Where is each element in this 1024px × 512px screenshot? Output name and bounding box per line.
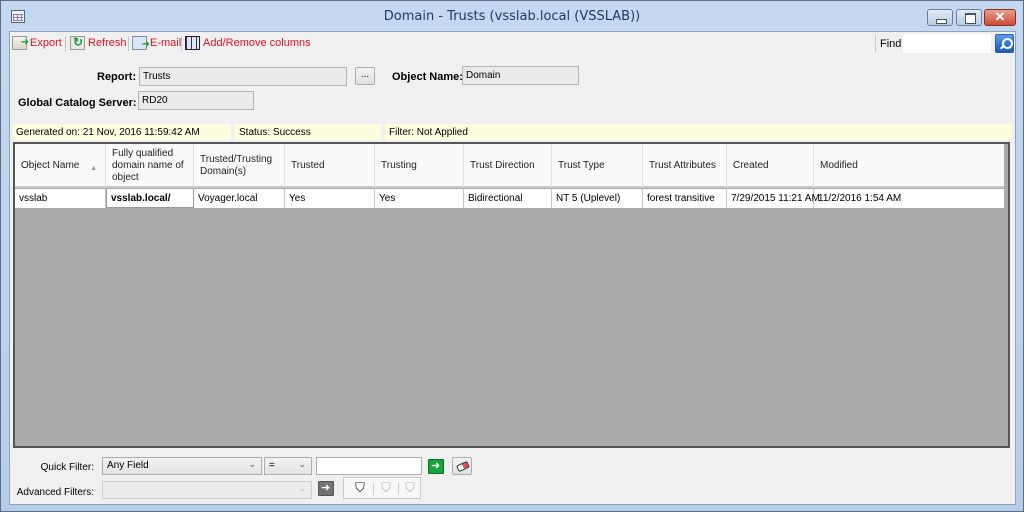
close-button[interactable]: ✕ (984, 9, 1016, 26)
chevron-down-icon: ⌄ (298, 459, 306, 469)
cell-trusting[interactable]: Yes (375, 189, 464, 208)
quick-filter-value-input[interactable] (316, 457, 422, 475)
cell-trusted[interactable]: Yes (285, 189, 375, 208)
client-area: Export Refresh E-mail Add/Remove columns… (9, 31, 1016, 505)
column-header-trust-direction[interactable]: Trust Direction (464, 144, 552, 188)
advanced-filter-toolbar: ⛉ ⛉ ⛉ (343, 477, 421, 499)
title-bar[interactable]: Domain - Trusts (vsslab.local (VSSLAB)) … (1, 1, 1023, 31)
filter-status-text: Filter: Not Applied (389, 127, 468, 138)
export-button[interactable]: Export (12, 36, 62, 50)
quick-filter-field-select[interactable]: Any Field ⌄ (102, 457, 262, 475)
quick-filter-label: Quick Filter: (40, 462, 94, 473)
column-header-object-name[interactable]: Object Name ▲ (15, 144, 106, 188)
export-icon (12, 36, 29, 50)
columns-icon (185, 36, 200, 50)
toolbar-separator (128, 36, 129, 51)
generated-on-text: Generated on: 21 Nov, 2016 11:59:42 AM (16, 127, 200, 138)
cell-fqdn[interactable]: vsslab.local/ (106, 189, 194, 208)
clear-filter-button[interactable] (452, 457, 472, 475)
chevron-down-icon: ⌄ (248, 459, 256, 469)
object-name-label: Object Name: (392, 71, 463, 83)
report-label: Report: (97, 71, 137, 83)
quick-filter-operator-select[interactable]: = ⌄ (264, 457, 312, 475)
column-header-trusted-trusting-domains[interactable]: Trusted/Trusting Domain(s) (194, 144, 285, 188)
cell-object-name[interactable]: vsslab (15, 189, 106, 208)
close-icon: ✕ (994, 9, 1006, 24)
funnel-separator (398, 483, 399, 495)
column-header-created[interactable]: Created (727, 144, 814, 188)
refresh-icon (70, 35, 85, 50)
export-label: Export (30, 37, 62, 49)
find-button[interactable] (995, 34, 1014, 53)
window-title: Domain - Trusts (vsslab.local (VSSLAB)) (383, 9, 641, 24)
minimize-button[interactable] (927, 9, 953, 26)
cell-created[interactable]: 7/29/2015 11:21 AM (727, 189, 820, 208)
refresh-button[interactable]: Refresh (70, 35, 127, 50)
sort-ascending-icon: ▲ (90, 165, 97, 172)
refresh-label: Refresh (88, 37, 127, 49)
toolbar: Export Refresh E-mail Add/Remove columns… (10, 32, 1015, 54)
chevron-down-icon: ⌄ (298, 483, 306, 493)
find-input[interactable] (903, 34, 991, 53)
cell-trust-type[interactable]: NT 5 (Uplevel) (552, 189, 643, 208)
email-icon (132, 36, 150, 50)
report-field[interactable]: Trusts (139, 67, 347, 86)
email-label: E-mail (150, 37, 182, 49)
info-separator (231, 124, 235, 140)
apply-quick-filter-button[interactable] (428, 459, 444, 474)
funnel-separator (373, 483, 374, 495)
cell-trusted-trusting-domains[interactable]: Voyager.local (194, 189, 285, 208)
status-text: Status: Success (239, 127, 311, 138)
filter-edit-funnel-icon[interactable]: ⛉ (378, 481, 394, 496)
app-window: Domain - Trusts (vsslab.local (VSSLAB)) … (0, 0, 1024, 512)
gc-server-field: RD20 (138, 91, 254, 110)
toolbar-separator (65, 36, 66, 51)
cell-modified[interactable]: 11/2/2016 1:54 AM (814, 189, 1004, 208)
results-grid: Object Name ▲ Fully qualified domain nam… (13, 142, 1010, 448)
add-remove-columns-label: Add/Remove columns (203, 37, 311, 49)
column-header-modified[interactable]: Modified (814, 144, 1004, 188)
column-header-trust-attributes[interactable]: Trust Attributes (643, 144, 727, 188)
browse-report-button[interactable]: ... (355, 67, 375, 85)
apply-advanced-filter-button[interactable] (318, 481, 334, 496)
filter-funnel-icon[interactable]: ⛉ (352, 481, 368, 496)
column-header-trust-type[interactable]: Trust Type (552, 144, 643, 188)
filter-remove-funnel-icon[interactable]: ⛉ (402, 481, 418, 496)
info-separator (381, 124, 385, 140)
column-header-trusting[interactable]: Trusting (375, 144, 464, 188)
advanced-filters-select[interactable]: ⌄ (102, 481, 312, 499)
toolbar-separator (181, 36, 182, 51)
cell-trust-attributes[interactable]: forest transitive (643, 189, 727, 208)
maximize-button[interactable] (956, 9, 982, 26)
column-header-trusted[interactable]: Trusted (285, 144, 375, 188)
find-separator (875, 35, 876, 52)
advanced-filters-label: Advanced Filters: (16, 487, 94, 498)
find-label: Find (880, 38, 902, 50)
gc-server-label: Global Catalog Server: (18, 97, 137, 109)
object-name-field: Domain (462, 66, 579, 85)
report-info-bar: Generated on: 21 Nov, 2016 11:59:42 AM S… (13, 124, 1012, 140)
column-header-fqdn[interactable]: Fully qualified domain name of object (106, 144, 194, 188)
add-remove-columns-button[interactable]: Add/Remove columns (185, 36, 311, 50)
email-button[interactable]: E-mail (132, 36, 181, 50)
cell-trust-direction[interactable]: Bidirectional (464, 189, 552, 208)
table-row[interactable]: vsslab vsslab.local/ Voyager.local Yes Y… (15, 189, 1004, 208)
grid-header-row: Object Name ▲ Fully qualified domain nam… (15, 144, 1004, 188)
